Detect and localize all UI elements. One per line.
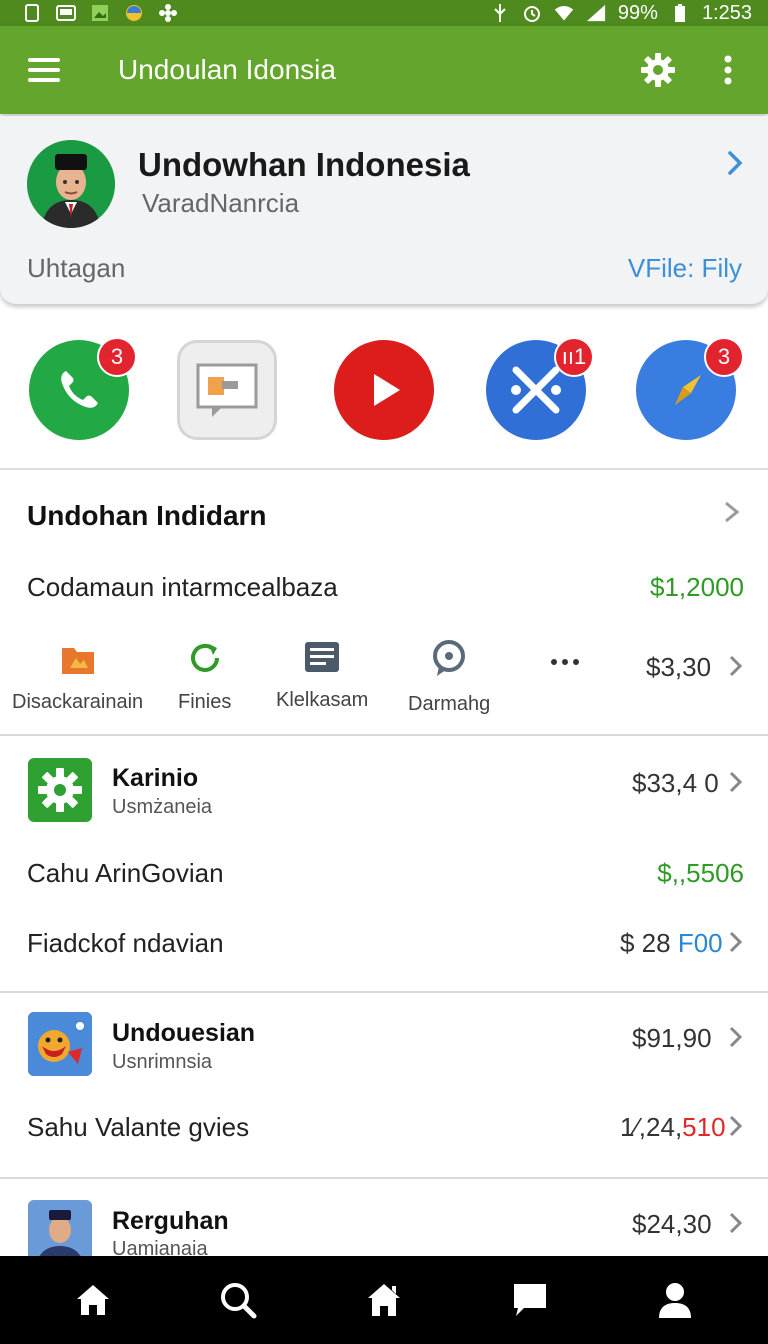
- profile-name: Undowhan Indonesia: [138, 146, 470, 183]
- action-refresh[interactable]: Finies: [178, 640, 231, 714]
- profile-file-link[interactable]: VFile: Fily: [628, 253, 742, 284]
- item-name[interactable]: Rerguhan: [112, 1207, 229, 1236]
- navigator-app[interactable]: 3: [636, 337, 744, 440]
- menu-icon[interactable]: [24, 50, 64, 90]
- value-part-highlight: 510: [682, 1112, 726, 1142]
- summary-title: Undohan Indidarn: [27, 500, 267, 531]
- item-name[interactable]: Undouesian: [112, 1019, 255, 1048]
- item-row-value: $,,5506: [657, 858, 744, 888]
- item-row-label: Cahu ArinGovian: [27, 858, 224, 888]
- video-app[interactable]: [334, 340, 434, 440]
- chevron-right-icon[interactable]: [728, 1211, 744, 1240]
- tools-badge: ıı1: [554, 337, 594, 377]
- signal-icon: [586, 4, 606, 22]
- profile-tag: Uhtagan: [27, 253, 126, 283]
- screen-icon: [56, 4, 76, 22]
- document-icon: [303, 640, 341, 679]
- divider: [0, 991, 768, 993]
- item-subtitle: Usnrimnsia: [112, 1051, 213, 1073]
- overflow-menu-icon[interactable]: [708, 50, 748, 90]
- usb-icon: [490, 4, 510, 22]
- chevron-right-icon[interactable]: [728, 770, 744, 799]
- item-subtitle: Usmżaneia: [112, 796, 213, 818]
- battery-icon: [670, 4, 690, 22]
- more-value: $3,30: [646, 652, 712, 682]
- home-icon[interactable]: [63, 1270, 123, 1330]
- divider: [0, 734, 768, 736]
- status-bar: 99% 1:253: [0, 0, 768, 26]
- action-folder[interactable]: Disackarainain: [12, 640, 143, 714]
- chevron-right-icon[interactable]: [728, 930, 744, 959]
- chat-icon[interactable]: [500, 1270, 560, 1330]
- wifi-icon: [554, 4, 574, 22]
- battery-percent: 99%: [617, 1, 658, 24]
- settings-icon[interactable]: [638, 50, 678, 90]
- chat-bubble-icon: [431, 640, 467, 683]
- action-label: Disackarainain: [12, 691, 144, 713]
- value-part: $ 28: [620, 928, 678, 958]
- folder-icon: [60, 640, 96, 681]
- chevron-right-icon[interactable]: [728, 654, 744, 683]
- profile-icon[interactable]: [645, 1270, 705, 1330]
- refresh-icon: [187, 640, 223, 681]
- tools-app[interactable]: ıı1: [486, 337, 594, 440]
- app-bar: Undoulan Idonsia: [0, 26, 768, 114]
- item-row-value: $ 28 F00: [620, 928, 723, 959]
- avatar: [27, 140, 115, 228]
- app-title: Undoulan Idonsia: [118, 54, 336, 85]
- item-row-value: 1⁄,24,510: [620, 1112, 726, 1143]
- clock: 1:253: [701, 1, 752, 24]
- action-label: Finies: [178, 691, 232, 713]
- gear-icon: [28, 758, 92, 822]
- item-row-label: Fiadckof ndavian: [27, 928, 224, 958]
- messages-icon: [177, 340, 277, 440]
- person-photo: [28, 1200, 92, 1264]
- action-chat[interactable]: Darmahg: [408, 640, 490, 716]
- chevron-right-icon[interactable]: [728, 1114, 744, 1143]
- alarm-icon: [522, 4, 542, 22]
- home-alt-icon[interactable]: [354, 1270, 414, 1330]
- app-shortcuts: 3 ıı1 3: [0, 318, 768, 470]
- app-icon: [124, 4, 144, 22]
- item-name[interactable]: Karinio: [112, 764, 198, 793]
- chevron-right-icon[interactable]: [726, 150, 744, 181]
- item-value: $33,4 0: [632, 768, 719, 798]
- navigator-badge: 3: [704, 337, 744, 377]
- summary-row-label: Codamaun intarmcealbaza: [27, 572, 338, 602]
- more-icon[interactable]: [550, 654, 580, 672]
- action-label: Klelkasam: [276, 689, 369, 711]
- play-icon: [334, 340, 434, 440]
- profile-subtitle: VaradNanrcia: [142, 188, 300, 218]
- value-part-highlight: F00: [677, 928, 723, 958]
- image-icon: [90, 4, 110, 22]
- summary-row-value: $1,2000: [650, 572, 744, 602]
- search-icon[interactable]: [208, 1270, 268, 1330]
- phone-badge: 3: [97, 337, 137, 377]
- item-value: $91,90: [632, 1023, 712, 1053]
- item-value: $24,30: [632, 1209, 712, 1239]
- action-label: Darmahg: [408, 693, 491, 715]
- messages-app[interactable]: [177, 340, 277, 440]
- value-part: 1⁄,24,: [620, 1112, 683, 1142]
- chevron-right-icon[interactable]: [722, 500, 742, 529]
- sim-card-icon: [22, 4, 42, 22]
- profile-card[interactable]: Undowhan Indonesia VaradNanrcia Uhtagan …: [0, 116, 768, 304]
- divider: [0, 1177, 768, 1179]
- phone-app[interactable]: 3: [29, 337, 137, 440]
- bottom-navigation: [0, 1256, 768, 1344]
- action-document[interactable]: Klelkasam: [276, 640, 368, 712]
- pinwheel-icon: [158, 4, 178, 22]
- item-row-label: Sahu Valante gvies: [27, 1112, 250, 1142]
- chevron-right-icon[interactable]: [728, 1025, 744, 1054]
- game-app-icon: [28, 1012, 92, 1076]
